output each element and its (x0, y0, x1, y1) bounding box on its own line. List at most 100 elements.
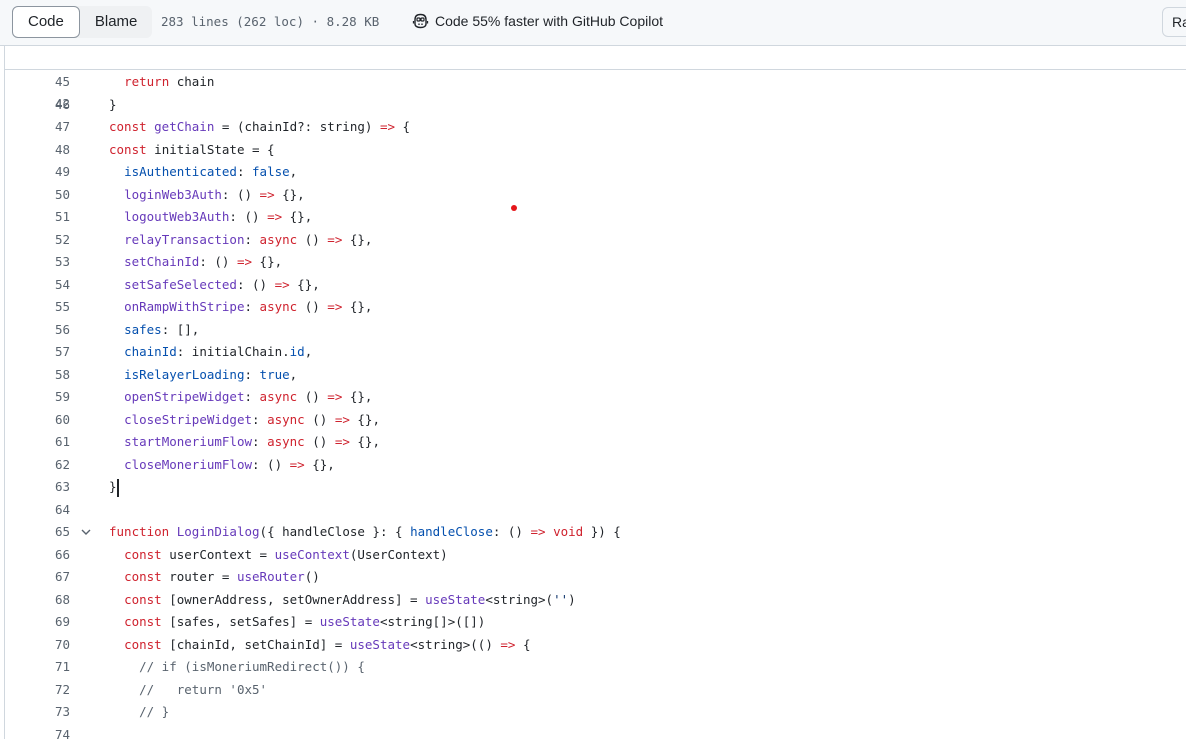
code-token: : (236, 164, 253, 179)
line-number[interactable]: 57 (5, 341, 70, 364)
code-token: [chainId, setChainId] = (161, 636, 350, 652)
code-token: loginWeb3Auth (124, 186, 222, 202)
line-number[interactable]: 50 (5, 184, 70, 207)
line-number[interactable]: 59 (5, 386, 70, 409)
code-token: => (259, 186, 275, 202)
code-text: const [ownerAddress, setOwnerAddress] = … (109, 589, 576, 612)
sticky-scroll-header[interactable]: 42 const getChain = (chainId?: string) =… (5, 46, 1186, 134)
code-token: useState (349, 636, 411, 652)
code-line: 56 safes: [], (5, 319, 1186, 342)
code-token: '' (553, 591, 569, 607)
code-line: 74 (5, 724, 1186, 739)
code-text: // return '0x5' (109, 679, 267, 702)
code-line: 46} (5, 94, 1186, 117)
code-token: setChainId (124, 254, 200, 269)
line-number[interactable]: 46 (5, 94, 70, 117)
code-token: () (297, 299, 328, 314)
code-token: router = (161, 569, 237, 584)
code-token: true (259, 366, 290, 382)
code-token: () (304, 434, 335, 449)
code-token: <string[]>([]) (379, 614, 486, 629)
line-number[interactable]: 49 (5, 161, 70, 184)
code-line: 64 (5, 499, 1186, 522)
copilot-icon (412, 13, 429, 29)
code-line: 60 closeStripeWidget: async () => {}, (5, 409, 1186, 432)
code-text: } (109, 94, 117, 117)
code-line: 54 setSafeSelected: () => {}, (5, 274, 1186, 297)
code-token: () (297, 231, 328, 247)
copilot-promo-link[interactable]: Code 55% faster with GitHub Copilot (412, 13, 663, 29)
code-text: const [safes, setSafes] = useState<strin… (109, 611, 485, 634)
code-tab[interactable]: Code (12, 6, 80, 38)
line-number[interactable]: 68 (5, 589, 70, 612)
line-number[interactable]: 52 (5, 229, 70, 252)
line-number[interactable]: 63 (5, 476, 70, 499)
code-token: : () (252, 456, 290, 472)
code-line: 71 // if (isMoneriumRedirect()) { (5, 656, 1186, 679)
code-token: : (244, 366, 260, 382)
code-token: {}, (349, 411, 380, 427)
line-number[interactable]: 61 (5, 431, 70, 454)
code-token: {}, (342, 231, 373, 247)
line-number[interactable]: 58 (5, 364, 70, 387)
line-number[interactable]: 74 (5, 724, 70, 739)
code-token: useState (425, 591, 486, 607)
code-line: 55 onRampWithStripe: async () => {}, (5, 296, 1186, 319)
line-number[interactable]: 64 (5, 499, 70, 522)
code-text: onRampWithStripe: async () => {}, (109, 296, 372, 319)
code-token: => (274, 276, 290, 292)
code-line: 67 const router = useRouter() (5, 566, 1186, 589)
line-number[interactable]: 70 (5, 634, 70, 657)
line-number[interactable]: 60 (5, 409, 70, 432)
line-number[interactable]: 55 (5, 296, 70, 319)
code-line: 51 logoutWeb3Auth: () => {}, (5, 206, 1186, 229)
code-line: 45 return chain (5, 71, 1186, 94)
code-token: => (530, 524, 546, 539)
code-text: setChainId: () => {}, (109, 251, 282, 274)
line-number[interactable]: 65 (5, 521, 70, 544)
code-token: closeMoneriumFlow (124, 456, 252, 472)
line-number[interactable]: 48 (5, 139, 70, 162)
code-token: : [], (161, 321, 200, 337)
code-token: : () (492, 524, 531, 539)
code-token: {}, (304, 456, 335, 472)
code-token: // return '0x5' (139, 681, 268, 697)
code-line: 66 const userContext = useContext(UserCo… (5, 544, 1186, 567)
line-number[interactable]: 51 (5, 206, 70, 229)
line-number[interactable]: 71 (5, 656, 70, 679)
line-number[interactable]: 67 (5, 566, 70, 589)
line-number[interactable]: 47 (5, 116, 70, 139)
line-number[interactable]: 53 (5, 251, 70, 274)
line-number[interactable]: 69 (5, 611, 70, 634)
fold-chevron-icon[interactable] (80, 526, 92, 538)
code-token: const (109, 141, 147, 157)
code-token: : () (229, 209, 268, 224)
raw-button[interactable]: Raw (1162, 7, 1186, 37)
code-token: => (327, 231, 343, 247)
line-number[interactable]: 54 (5, 274, 70, 297)
code-line: 59 openStripeWidget: async () => {}, (5, 386, 1186, 409)
pointer-indicator (511, 205, 517, 211)
line-number[interactable]: 66 (5, 544, 70, 567)
code-token: chain (169, 74, 215, 89)
line-number[interactable]: 62 (5, 454, 70, 477)
code-text: loginWeb3Auth: () => {}, (109, 184, 305, 207)
blame-tab[interactable]: Blame (80, 6, 153, 38)
code-text: safes: [], (109, 319, 199, 342)
line-number[interactable]: 73 (5, 701, 70, 724)
line-number[interactable]: 72 (5, 679, 70, 702)
code-text: startMoneriumFlow: async () => {}, (109, 431, 380, 454)
code-token: false (252, 164, 290, 179)
code-line: 61 startMoneriumFlow: async () => {}, (5, 431, 1186, 454)
line-number[interactable]: 45 (5, 71, 70, 94)
code-token: async (267, 434, 305, 449)
line-number[interactable]: 56 (5, 319, 70, 342)
